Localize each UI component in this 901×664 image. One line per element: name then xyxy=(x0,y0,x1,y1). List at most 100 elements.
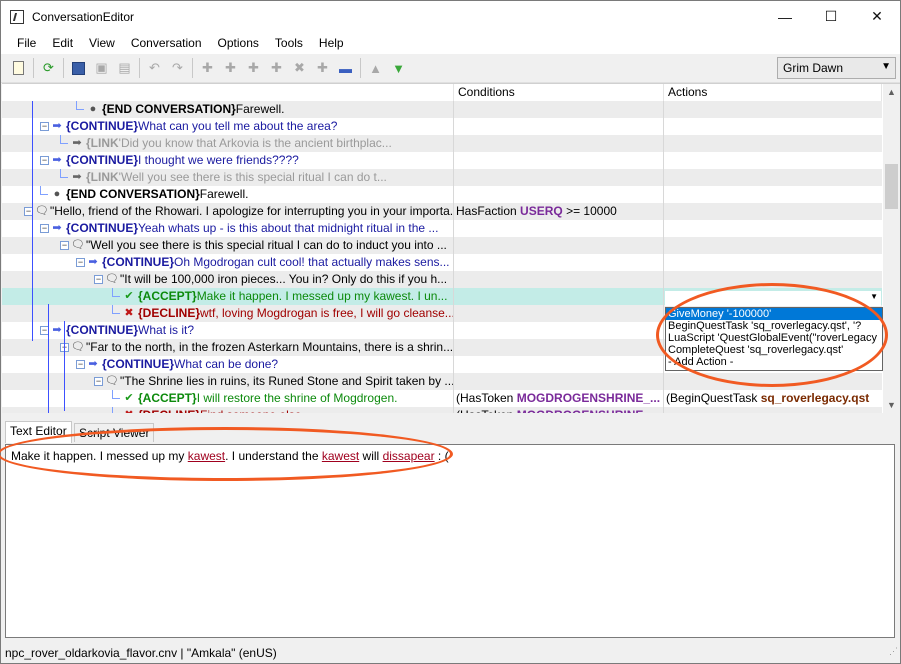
collapse-toggle-icon[interactable]: − xyxy=(94,275,103,284)
actions-cell[interactable] xyxy=(664,186,882,203)
actions-cell[interactable] xyxy=(664,237,882,254)
menu-options[interactable]: Options xyxy=(210,32,267,54)
tree-row[interactable]: ➡ {LINK 'Did you know that Arkovia is the… xyxy=(2,135,882,152)
add-child-icon[interactable]: ✚ xyxy=(219,57,242,79)
menu-file[interactable]: File xyxy=(9,32,44,54)
conditions-cell[interactable]: (HasToken MOGDROGENSHRINE_ xyxy=(454,407,664,413)
menu-conversation[interactable]: Conversation xyxy=(123,32,210,54)
node-text-cell[interactable]: − ➡ {CONTINUE} I thought we were friends??… xyxy=(2,152,454,169)
undo-icon[interactable]: ↶ xyxy=(143,57,166,79)
tree-row[interactable]: − 🗨 "The Shrine lies in ruins, its Runed S… xyxy=(2,373,882,390)
node-text-cell[interactable]: −🗨"Far to the north, in the frozen Aster… xyxy=(2,339,454,356)
actions-cell[interactable] xyxy=(664,373,882,390)
collapse-toggle-icon[interactable]: − xyxy=(60,241,69,250)
node-text-cell[interactable]: − ➡ {CONTINUE} What can you tell me about … xyxy=(2,118,454,135)
tab-script-viewer[interactable]: Script Viewer xyxy=(74,423,155,442)
tree-row[interactable]: − ➡ {CONTINUE} What can you tell me about … xyxy=(2,118,882,135)
conditions-cell[interactable] xyxy=(454,101,664,118)
add-sibling-icon[interactable]: ✚ xyxy=(242,57,265,79)
conditions-cell[interactable] xyxy=(454,186,664,203)
collapse-toggle-icon[interactable]: − xyxy=(40,224,49,233)
conditions-cell[interactable] xyxy=(454,118,664,135)
conditions-cell[interactable] xyxy=(454,271,664,288)
scroll-up-icon[interactable]: ▲ xyxy=(883,84,900,101)
node-text-cell[interactable]: ✖{DECLINE} Find someone else. xyxy=(2,407,454,413)
tree-row[interactable]: ● {END CONVERSATION} Farewell. xyxy=(2,101,882,118)
save-icon[interactable] xyxy=(67,57,90,79)
misspelled-word[interactable]: kawest xyxy=(188,449,225,463)
tree-row[interactable]: ➡ {LINK 'Well you see there is this speci… xyxy=(2,169,882,186)
conditions-cell[interactable] xyxy=(454,254,664,271)
node-text-cell[interactable]: ✔ {ACCEPT} Make it happen. I messed up my… xyxy=(2,288,454,305)
actions-cell[interactable] xyxy=(664,203,882,220)
node-text-cell[interactable]: − 🗨 "It will be 100,000 iron pieces... You… xyxy=(2,271,454,288)
export-icon[interactable]: ▤ xyxy=(113,57,136,79)
collapse-toggle-icon[interactable]: − xyxy=(76,360,85,369)
remove-icon[interactable]: ✖ xyxy=(288,57,311,79)
action-option[interactable]: GiveMoney '-100000' xyxy=(666,308,882,320)
conditions-cell[interactable]: (HasToken MOGDROGENSHRINE_... xyxy=(454,390,664,407)
resize-grip-icon[interactable]: ⋰ xyxy=(889,641,898,661)
conditions-cell[interactable] xyxy=(454,220,664,237)
menu-help[interactable]: Help xyxy=(311,32,352,54)
redo-icon[interactable]: ↷ xyxy=(166,57,189,79)
actions-cell[interactable] xyxy=(664,118,882,135)
add-link-icon[interactable]: ✚ xyxy=(265,57,288,79)
game-select[interactable]: Grim Dawn ▼ xyxy=(777,57,896,79)
node-text-cell[interactable]: − ➡ {CONTINUE} What can be done? xyxy=(2,356,454,373)
node-text-cell[interactable]: ● {END CONVERSATION} Farewell. xyxy=(2,186,454,203)
maximize-button[interactable]: ☐ xyxy=(808,1,854,32)
tree-row[interactable]: ✖{DECLINE} Find someone else.(HasToken M… xyxy=(2,407,882,413)
tree-row[interactable]: − ➡ {CONTINUE} Yeah whats up - is this abo… xyxy=(2,220,882,237)
add-node-icon[interactable]: ✚ xyxy=(196,57,219,79)
node-text-cell[interactable]: − ➡ {CONTINUE} Yeah whats up - is this abo… xyxy=(2,220,454,237)
actions-cell[interactable] xyxy=(664,220,882,237)
action-option[interactable]: BeginQuestTask 'sq_roverlegacy.qst', '? xyxy=(666,320,882,332)
minus-icon[interactable]: ▬ xyxy=(334,57,357,79)
node-text-cell[interactable]: ● {END CONVERSATION} Farewell. xyxy=(2,101,454,118)
misspelled-word[interactable]: kawest xyxy=(322,449,359,463)
action-combobox[interactable]: ▼ xyxy=(665,291,881,306)
collapse-toggle-icon[interactable]: − xyxy=(40,122,49,131)
conditions-cell[interactable] xyxy=(454,169,664,186)
actions-cell[interactable] xyxy=(664,135,882,152)
action-option[interactable]: LuaScript 'QuestGlobalEvent("roverLegacy xyxy=(666,332,882,344)
move-up-icon[interactable]: ▲ xyxy=(364,57,387,79)
node-text-cell[interactable]: − ➡ {CONTINUE} What is it? xyxy=(2,322,454,339)
actions-cell[interactable] xyxy=(664,152,882,169)
conditions-cell[interactable] xyxy=(454,288,664,305)
scroll-down-icon[interactable]: ▼ xyxy=(883,397,900,413)
conditions-cell[interactable] xyxy=(454,356,664,373)
scroll-thumb[interactable] xyxy=(885,164,898,209)
node-text-cell[interactable]: − 🗨 "Hello, friend of the Rhowari. I apolo… xyxy=(2,203,454,220)
node-text-cell[interactable]: ✖ {DECLINE} wtf, loving Mogdrogan is free… xyxy=(2,305,454,322)
save-all-icon[interactable]: ▣ xyxy=(90,57,113,79)
conditions-cell[interactable] xyxy=(454,237,664,254)
column-header-conditions[interactable]: Conditions xyxy=(454,84,664,101)
conditions-cell[interactable] xyxy=(454,322,664,339)
actions-cell[interactable] xyxy=(664,101,882,118)
tree-row[interactable]: − ➡ {CONTINUE} I thought we were friends??… xyxy=(2,152,882,169)
node-text-cell[interactable]: ✔ {ACCEPT} I will restore the shrine of M… xyxy=(2,390,454,407)
collapse-toggle-icon[interactable]: − xyxy=(76,258,85,267)
menu-edit[interactable]: Edit xyxy=(44,32,81,54)
actions-cell[interactable] xyxy=(664,254,882,271)
close-button[interactable]: ✕ xyxy=(854,1,900,32)
tree-row[interactable]: − ➡ {CONTINUE} Oh Mgodrogan cult cool! tha… xyxy=(2,254,882,271)
menu-tools[interactable]: Tools xyxy=(267,32,311,54)
tree-row[interactable]: − 🗨 "It will be 100,000 iron pieces... You… xyxy=(2,271,882,288)
conditions-cell[interactable] xyxy=(454,373,664,390)
conditions-cell[interactable]: HasFaction USERQ >= 10000 xyxy=(454,203,664,220)
tree-row[interactable]: − 🗨 "Hello, friend of the Rhowari. I apolo… xyxy=(2,203,882,220)
vertical-scrollbar[interactable]: ▲ ▼ xyxy=(883,84,900,413)
collapse-toggle-icon[interactable]: − xyxy=(94,377,103,386)
add-action-option[interactable]: - Add Action - xyxy=(666,356,882,368)
column-header-text[interactable] xyxy=(2,84,454,101)
conditions-cell[interactable] xyxy=(454,135,664,152)
node-text-cell[interactable]: − ➡ {CONTINUE} Oh Mgodrogan cult cool! tha… xyxy=(2,254,454,271)
node-text-cell[interactable]: ➡ {LINK 'Did you know that Arkovia is the… xyxy=(2,135,454,152)
actions-cell[interactable]: (BeginQuestTask sq_roverlegacy.qst xyxy=(664,390,882,407)
node-text-cell[interactable]: ➡ {LINK 'Well you see there is this speci… xyxy=(2,169,454,186)
menu-view[interactable]: View xyxy=(81,32,123,54)
conditions-cell[interactable] xyxy=(454,152,664,169)
